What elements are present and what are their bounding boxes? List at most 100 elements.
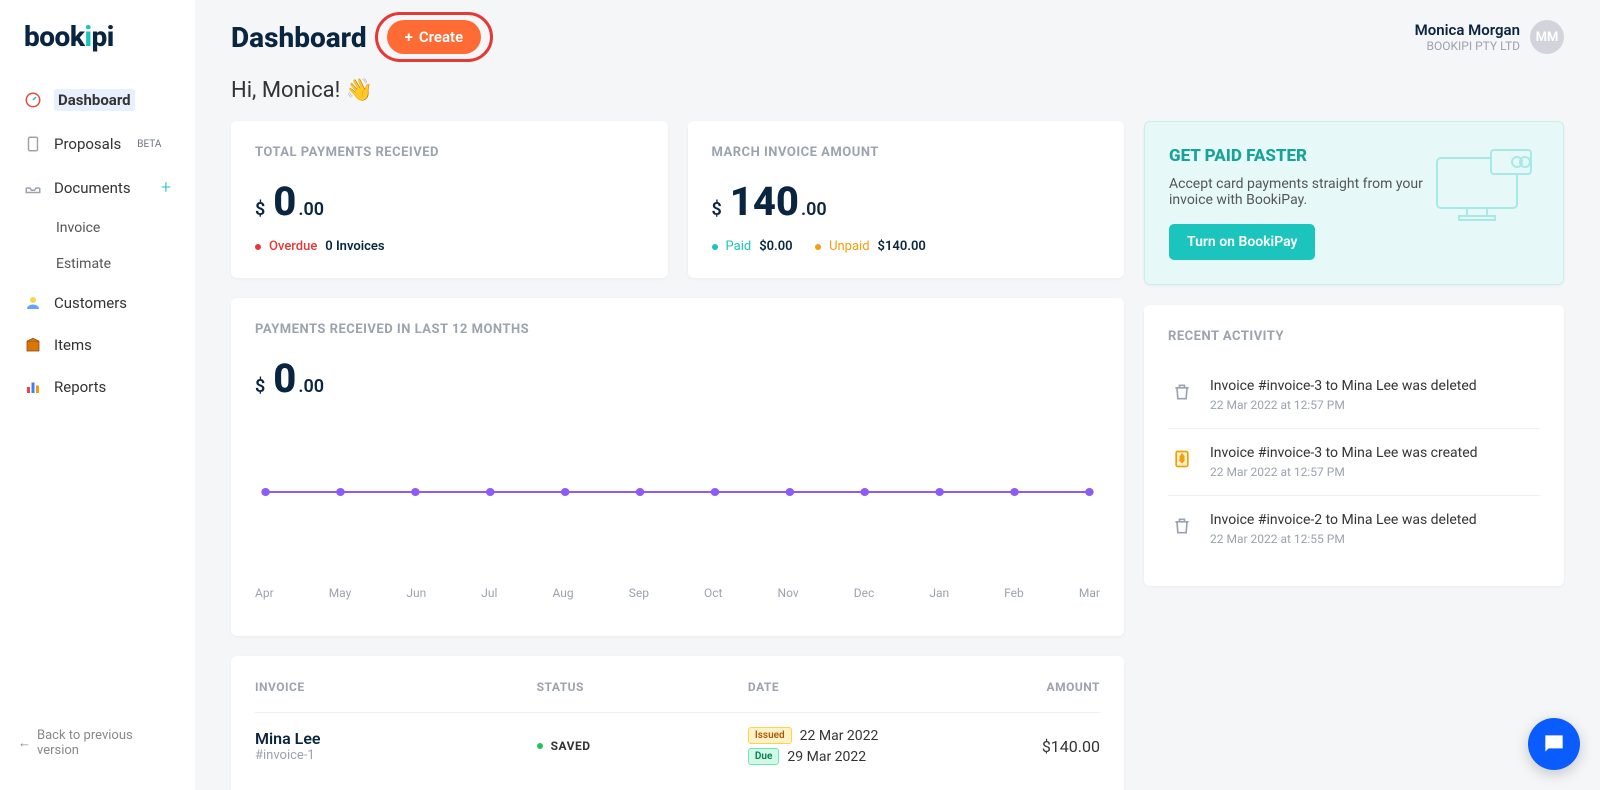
sidebar-item-items[interactable]: Items bbox=[0, 324, 195, 366]
page-title: Dashboard bbox=[231, 21, 367, 54]
promo-body: Accept card payments straight from your … bbox=[1169, 176, 1429, 208]
page-header: Dashboard + Create Monica Morgan BOOKIPI… bbox=[231, 20, 1564, 54]
sidebar-sub-estimate[interactable]: Estimate bbox=[0, 246, 195, 282]
create-button[interactable]: + Create bbox=[387, 20, 482, 54]
amount-int: 0 bbox=[273, 355, 296, 402]
inbox-icon bbox=[24, 179, 42, 197]
chart-tick-label: Apr bbox=[255, 586, 274, 600]
chart-tick-label: Sep bbox=[629, 586, 649, 600]
plus-icon[interactable]: + bbox=[161, 177, 171, 198]
sidebar-item-proposals[interactable]: Proposals BETA bbox=[0, 123, 195, 165]
sidebar-item-label: Reports bbox=[54, 378, 106, 396]
chart-tick-label: Dec bbox=[854, 586, 875, 600]
amount-dec: .00 bbox=[298, 376, 324, 397]
sidebar-item-dashboard[interactable]: Dashboard bbox=[0, 77, 195, 123]
chart-tick-label: Aug bbox=[553, 586, 574, 600]
invoice-ref: #invoice-1 bbox=[255, 748, 537, 763]
activity-time: 22 Mar 2022 at 12:57 PM bbox=[1210, 465, 1478, 479]
sidebar-nav: Dashboard Proposals BETA Documents + Inv… bbox=[0, 77, 195, 716]
unpaid-amount: $140.00 bbox=[878, 239, 926, 254]
col-invoice: INVOICE bbox=[255, 680, 537, 694]
line-chart: AprMayJunJulAugSepOctNovDecJanFebMar bbox=[255, 432, 1100, 612]
col-amount: AMOUNT bbox=[959, 680, 1100, 694]
greeting-text: Hi, Monica! 👋 bbox=[231, 78, 1564, 103]
recent-activity-card: RECENT ACTIVITY Invoice #invoice-3 to Mi… bbox=[1144, 305, 1564, 586]
card-label: PAYMENTS RECEIVED IN LAST 12 MONTHS bbox=[255, 322, 1100, 337]
issued-pill: Issued bbox=[748, 727, 792, 744]
user-company: BOOKIPI PTY LTD bbox=[1415, 39, 1520, 53]
chart-tick-label: Jan bbox=[929, 586, 949, 600]
main-content: Dashboard + Create Monica Morgan BOOKIPI… bbox=[195, 0, 1600, 790]
sidebar-item-customers[interactable]: Customers bbox=[0, 282, 195, 324]
gauge-icon bbox=[24, 91, 42, 109]
beta-badge: BETA bbox=[137, 139, 161, 150]
dot-icon bbox=[537, 743, 543, 749]
invoice-customer-name: Mina Lee bbox=[255, 729, 537, 748]
svg-text:$: $ bbox=[1180, 454, 1185, 465]
activity-text: Invoice #invoice-3 to Mina Lee was delet… bbox=[1210, 378, 1477, 394]
sidebar-sub-invoice[interactable]: Invoice bbox=[0, 210, 195, 246]
unpaid-label: Unpaid bbox=[829, 239, 869, 254]
activity-item[interactable]: $ Invoice #invoice-3 to Mina Lee was crea… bbox=[1168, 429, 1540, 496]
create-button-label: Create bbox=[419, 28, 463, 46]
issued-date: 22 Mar 2022 bbox=[800, 728, 879, 744]
monitor-card-icon bbox=[1429, 146, 1539, 260]
chat-bubble-button[interactable] bbox=[1528, 718, 1580, 770]
plus-icon: + bbox=[405, 28, 413, 46]
paid-amount: $0.00 bbox=[759, 239, 792, 254]
user-menu[interactable]: Monica Morgan BOOKIPI PTY LTD MM bbox=[1415, 20, 1564, 54]
amount-int: 0 bbox=[273, 178, 296, 225]
card-label: TOTAL PAYMENTS RECEIVED bbox=[255, 145, 644, 160]
chart-icon bbox=[24, 378, 42, 396]
chart-tick-label: Jul bbox=[481, 586, 497, 600]
trash-icon bbox=[1168, 512, 1196, 540]
col-date: DATE bbox=[748, 680, 959, 694]
sidebar: bookipi Dashboard Proposals BETA Doc bbox=[0, 0, 195, 790]
clipboard-icon bbox=[24, 135, 42, 153]
chart-tick-label: Oct bbox=[704, 586, 722, 600]
turn-on-bookipay-button[interactable]: Turn on BookiPay bbox=[1169, 224, 1315, 260]
due-date: 29 Mar 2022 bbox=[787, 749, 866, 765]
total-payments-card: TOTAL PAYMENTS RECEIVED $ 0 .00 Overdue … bbox=[231, 121, 668, 278]
sidebar-item-documents[interactable]: Documents + bbox=[0, 165, 195, 210]
overdue-count: 0 Invoices bbox=[325, 239, 384, 254]
app-logo[interactable]: bookipi bbox=[0, 20, 195, 77]
card-label: MARCH INVOICE AMOUNT bbox=[712, 145, 1101, 160]
activity-item[interactable]: Invoice #invoice-3 to Mina Lee was delet… bbox=[1168, 362, 1540, 429]
chart-tick-label: Nov bbox=[778, 586, 799, 600]
col-status: STATUS bbox=[537, 680, 748, 694]
back-link-label: Back to previous version bbox=[37, 728, 177, 758]
back-link[interactable]: ← Back to previous version bbox=[0, 716, 195, 770]
currency: $ bbox=[255, 199, 265, 220]
activity-text: Invoice #invoice-3 to Mina Lee was creat… bbox=[1210, 445, 1478, 461]
currency: $ bbox=[712, 199, 722, 220]
trash-icon bbox=[1168, 378, 1196, 406]
sidebar-item-label: Customers bbox=[54, 294, 127, 312]
activity-time: 22 Mar 2022 at 12:57 PM bbox=[1210, 398, 1477, 412]
month-invoice-card: MARCH INVOICE AMOUNT $ 140 .00 Paid $0.0… bbox=[688, 121, 1125, 278]
avatar[interactable]: MM bbox=[1530, 20, 1564, 54]
sidebar-item-reports[interactable]: Reports bbox=[0, 366, 195, 408]
sidebar-item-label: Items bbox=[54, 336, 92, 354]
document-icon: $ bbox=[1168, 445, 1196, 473]
bookipay-promo-card: GET PAID FASTER Accept card payments str… bbox=[1144, 121, 1564, 285]
sidebar-item-label: Proposals bbox=[54, 135, 121, 153]
overdue-label: Overdue bbox=[269, 239, 317, 254]
table-row[interactable]: Mina Lee #invoice-1 SAVED Issued 22 Mar … bbox=[255, 712, 1100, 779]
chat-icon bbox=[1541, 731, 1567, 757]
row-amount: $140.00 bbox=[959, 737, 1100, 756]
card-label: RECENT ACTIVITY bbox=[1168, 329, 1540, 344]
dot-icon bbox=[712, 244, 718, 250]
logo-text: bookipi bbox=[24, 20, 114, 53]
payments-chart-card: PAYMENTS RECEIVED IN LAST 12 MONTHS $ 0 … bbox=[231, 298, 1124, 636]
activity-item[interactable]: Invoice #invoice-2 to Mina Lee was delet… bbox=[1168, 496, 1540, 562]
chart-tick-label: Jun bbox=[406, 586, 426, 600]
paid-label: Paid bbox=[726, 239, 752, 254]
user-name: Monica Morgan bbox=[1415, 21, 1520, 39]
dot-icon bbox=[815, 244, 821, 250]
amount-dec: .00 bbox=[801, 199, 827, 220]
dot-icon bbox=[255, 244, 261, 250]
user-icon bbox=[24, 294, 42, 312]
due-pill: Due bbox=[748, 748, 779, 765]
chart-tick-label: Mar bbox=[1079, 586, 1100, 600]
